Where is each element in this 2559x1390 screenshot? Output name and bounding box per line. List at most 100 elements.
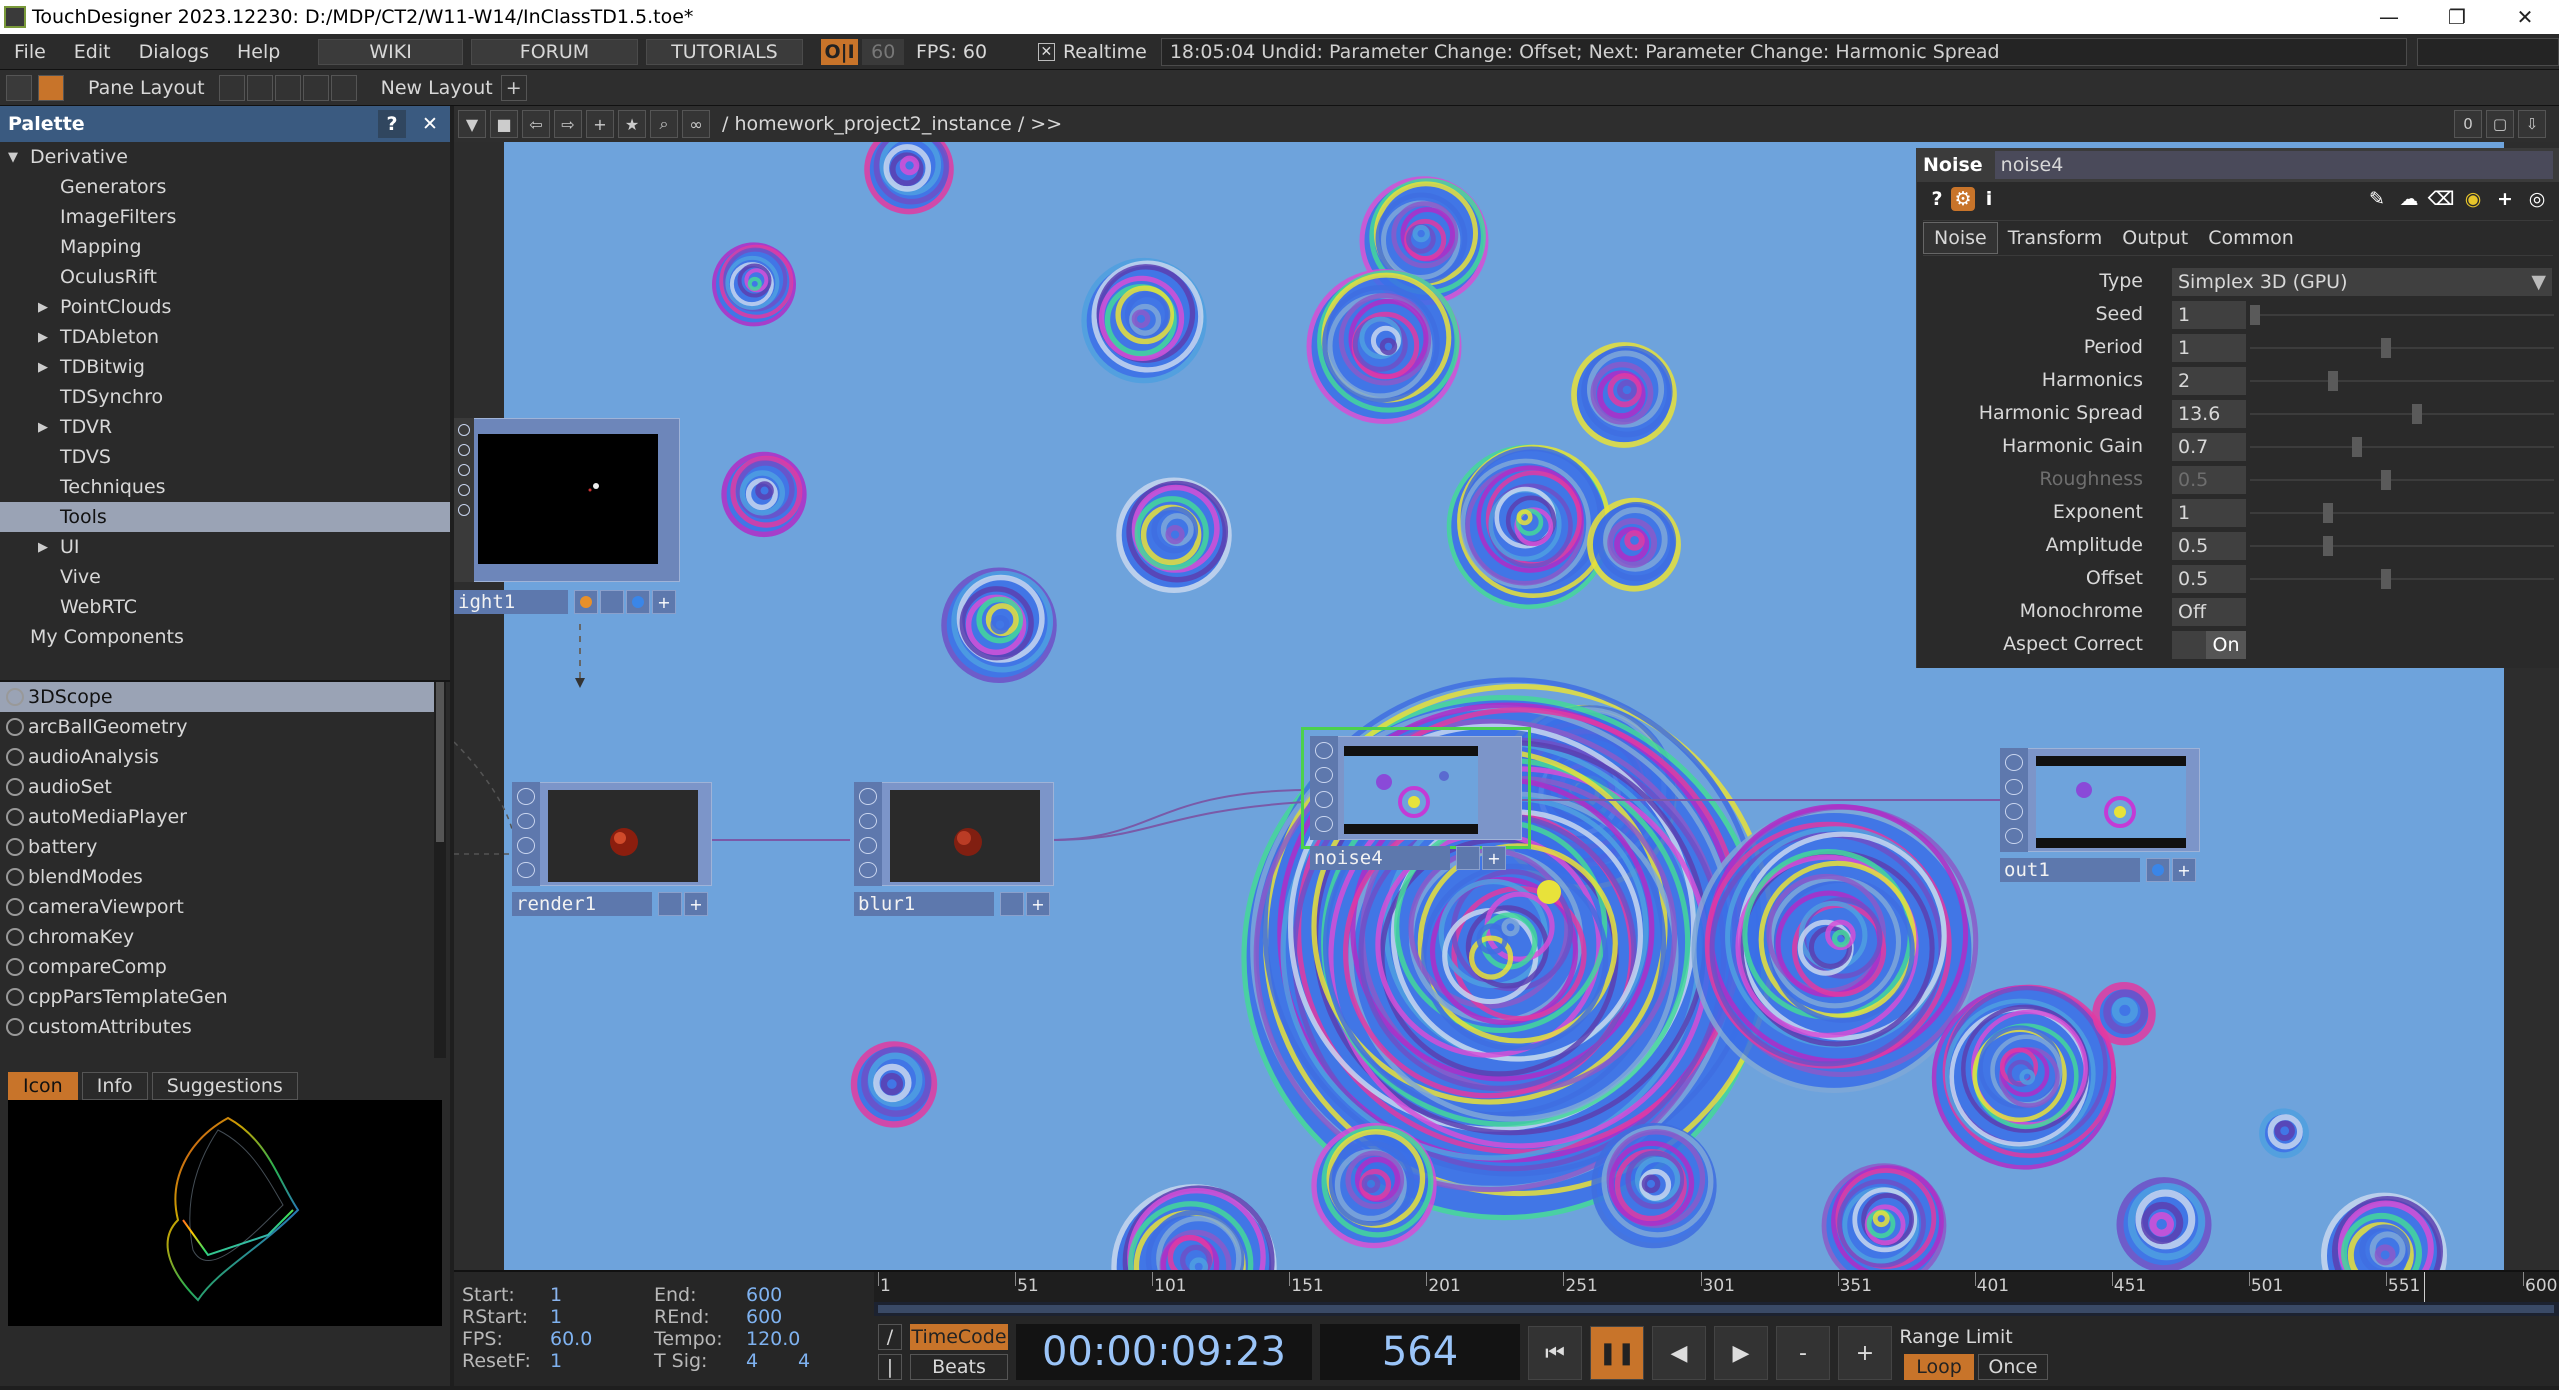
network-path[interactable]: / homework_project2_instance / >> <box>722 113 1062 135</box>
palette-tree-item[interactable]: ▶ UI <box>0 532 450 562</box>
palette-tree-item[interactable]: ▶ PointClouds <box>0 292 450 322</box>
palette-tree-item[interactable]: Generators <box>0 172 450 202</box>
menu-edit[interactable]: Edit <box>60 41 125 63</box>
fps-value[interactable]: 60.0 <box>550 1328 592 1350</box>
end-value[interactable]: 600 <box>746 1284 782 1306</box>
timeline-ruler[interactable]: 1 51 101 151 201 251 301 351 401 451 501 551 600 <box>874 1272 2559 1302</box>
component-list-item[interactable]: audioAnalysis <box>0 742 440 772</box>
pane-options-icon[interactable]: ⇩ <box>2518 110 2546 138</box>
param-slider-handle[interactable] <box>2380 338 2391 358</box>
rstart-value[interactable]: 1 <box>550 1306 562 1328</box>
param-slider-handle[interactable] <box>2380 470 2391 490</box>
param-slider-track[interactable] <box>2250 578 2554 580</box>
loop-toggle[interactable]: Loop <box>1904 1354 1974 1380</box>
param-value-field[interactable]: 2 <box>2172 367 2246 395</box>
display-flag-icon[interactable] <box>1456 846 1480 870</box>
tab-suggestions[interactable]: Suggestions <box>151 1072 298 1100</box>
step-back-button[interactable]: ◀ <box>1652 1326 1706 1380</box>
wiki-button[interactable]: WIKI <box>318 38 463 65</box>
add-icon[interactable]: + <box>1482 846 1506 870</box>
timecode-display[interactable]: 00:00:09:23 <box>1016 1324 1312 1380</box>
node-name[interactable]: ight1 <box>454 590 568 614</box>
node-out1[interactable]: out1 + <box>2000 748 2200 884</box>
param-slider-track[interactable] <box>2250 512 2554 514</box>
palette-tree-item[interactable]: Vive <box>0 562 450 592</box>
param-toggle[interactable]: On <box>2172 631 2246 659</box>
param-slider-handle[interactable] <box>2328 371 2339 391</box>
range-bar[interactable] <box>874 1302 2559 1316</box>
palette-tree-item[interactable]: OculusRift <box>0 262 450 292</box>
frame-display[interactable]: 564 <box>1320 1324 1520 1380</box>
rend-value[interactable]: 600 <box>746 1306 782 1328</box>
chevron-right-icon[interactable]: ▶ <box>38 420 54 435</box>
param-value-field[interactable]: 1 <box>2172 334 2246 362</box>
edit-icon[interactable]: ✎ <box>2363 185 2391 213</box>
restore-button[interactable]: ❐ <box>2423 0 2491 34</box>
render-flag-icon[interactable] <box>626 590 650 614</box>
param-slider-handle[interactable] <box>2322 536 2333 556</box>
forward-icon[interactable]: ⇨ <box>554 110 582 138</box>
chevron-down-icon[interactable]: ▼ <box>8 150 24 165</box>
search-box[interactable] <box>2417 37 2559 66</box>
op-name-field[interactable]: noise4 <box>1994 151 2553 179</box>
display-flag-icon[interactable] <box>658 892 682 916</box>
component-list-item[interactable]: audioSet <box>0 772 440 802</box>
param-slider-track[interactable] <box>2250 479 2554 481</box>
start-value[interactable]: 1 <box>550 1284 562 1306</box>
chevron-right-icon[interactable]: ▶ <box>38 360 54 375</box>
timecode-toggle[interactable]: TimeCode <box>910 1324 1008 1350</box>
tsig-denominator[interactable]: 4 <box>798 1350 810 1372</box>
help-icon[interactable]: ? <box>1923 185 1951 213</box>
realtime-checkbox[interactable]: ✕ <box>1037 42 1055 61</box>
param-value-field[interactable]: 0.5 <box>2172 565 2246 593</box>
info-icon[interactable]: i <box>1975 185 2003 213</box>
link-icon[interactable]: ∞ <box>682 110 710 138</box>
tab-transform[interactable]: Transform <box>1998 222 2113 254</box>
node-name[interactable]: noise4 <box>1310 846 1450 870</box>
chevron-right-icon[interactable]: ▶ <box>38 540 54 555</box>
image-icon[interactable] <box>6 74 32 101</box>
param-value-field[interactable]: 1 <box>2172 301 2246 329</box>
layout-split-vertical-icon[interactable] <box>246 74 273 101</box>
bypass-flag-icon[interactable] <box>600 590 624 614</box>
resetf-value[interactable]: 1 <box>550 1350 562 1372</box>
node-name[interactable]: render1 <box>512 892 652 916</box>
python-icon[interactable]: ◉ <box>2459 185 2487 213</box>
once-toggle[interactable]: Once <box>1978 1354 2048 1380</box>
home-icon[interactable] <box>38 74 64 101</box>
palette-tree-item[interactable]: TDVS <box>0 442 450 472</box>
decrease-speed-button[interactable]: - <box>1776 1326 1830 1380</box>
palette-tree-item[interactable]: WebRTC <box>0 592 450 622</box>
minimize-button[interactable]: — <box>2355 0 2423 34</box>
palette-tree-item[interactable]: ▶ TDVR <box>0 412 450 442</box>
pause-button[interactable]: ❚❚ <box>1590 1326 1644 1380</box>
palette-tree-item[interactable]: ImageFilters <box>0 202 450 232</box>
component-list-item[interactable]: autoMediaPlayer <box>0 802 440 832</box>
help-button[interactable]: ? <box>378 110 406 138</box>
component-list-item[interactable]: arcBallGeometry <box>0 712 440 742</box>
python-help-icon[interactable]: ⚙ <box>1951 187 1975 211</box>
add-icon[interactable]: + <box>1026 892 1050 916</box>
component-list-item[interactable]: customAttributes <box>0 1012 440 1042</box>
palette-tree-item[interactable]: Mapping <box>0 232 450 262</box>
node-noise4[interactable]: noise4 + <box>1301 727 1531 886</box>
param-slider-handle[interactable] <box>2412 404 2423 424</box>
param-slider-track[interactable] <box>2250 347 2554 349</box>
menu-arrow-icon[interactable]: ▼ <box>458 110 486 138</box>
tab-common[interactable]: Common <box>2198 222 2304 254</box>
display-flag-icon[interactable] <box>1000 892 1024 916</box>
component-list-item[interactable]: cameraViewport <box>0 892 440 922</box>
component-list-scrollbar[interactable] <box>434 682 446 1058</box>
tsig-numerator[interactable]: 4 <box>746 1350 758 1372</box>
step-forward-button[interactable]: ▶ <box>1714 1326 1768 1380</box>
component-list-item[interactable]: cppParsTemplateGen <box>0 982 440 1012</box>
increase-speed-button[interactable]: + <box>1838 1326 1892 1380</box>
param-slider-handle[interactable] <box>2351 437 2362 457</box>
param-toggle[interactable]: Off <box>2172 598 2246 626</box>
component-list-item[interactable]: blendModes <box>0 862 440 892</box>
display-flag-icon[interactable] <box>2146 858 2170 882</box>
beats-mode-icon[interactable]: | <box>878 1354 902 1380</box>
node-light1[interactable]: ight1 + <box>454 418 680 614</box>
forum-button[interactable]: FORUM <box>470 38 639 65</box>
add-parameter-icon[interactable]: + <box>2491 185 2519 213</box>
